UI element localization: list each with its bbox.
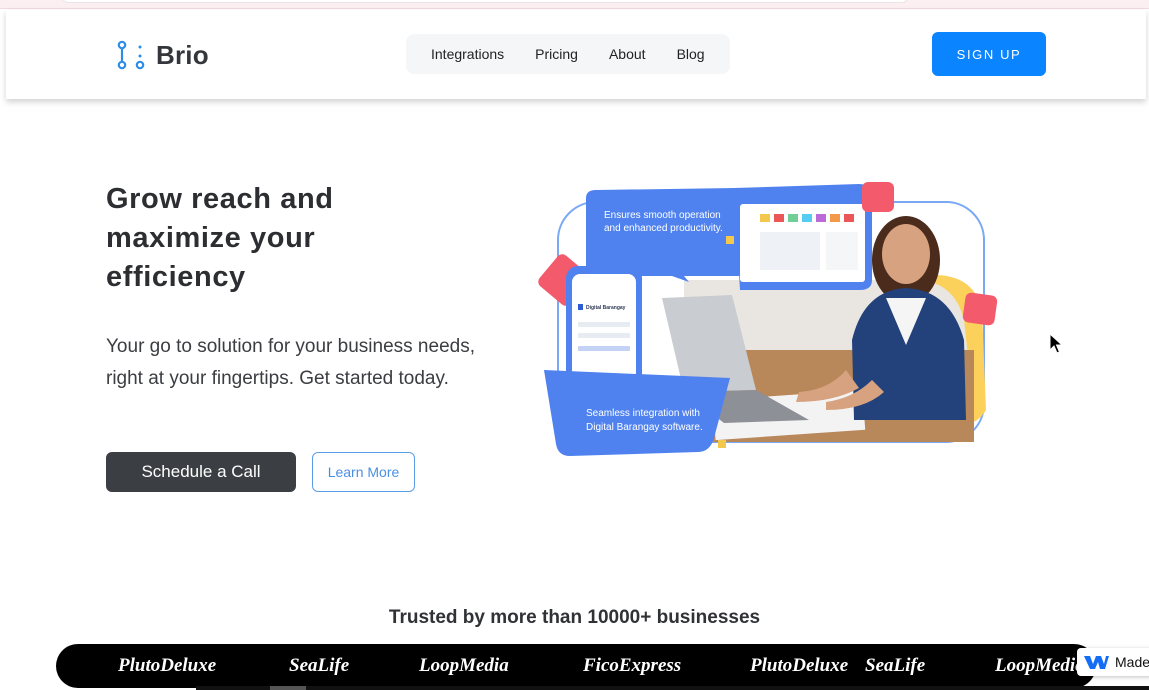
phone-app-title: Digital Barangay — [586, 305, 626, 311]
partner-logo-loopmedia: LoopMedia — [419, 655, 509, 676]
nav-link-integrations[interactable]: Integrations — [431, 46, 504, 62]
top-strip-pill — [62, 0, 908, 3]
brand-logo[interactable]: Brio — [114, 38, 209, 72]
top-bubble-line-2: and enhanced productivity. — [604, 223, 723, 234]
bottom-bubble-line-2: Digital Barangay software. — [586, 422, 703, 433]
schedule-call-button[interactable]: Schedule a Call — [106, 452, 296, 492]
pink-accent-square-right — [962, 292, 998, 326]
bottom-bubble-line-1: Seamless integration with — [586, 408, 700, 419]
site-header: Brio Integrations Pricing About Blog SIG… — [6, 10, 1146, 99]
partner-logo-plutodeluxe: PlutoDeluxe — [118, 655, 217, 676]
pink-accent-square — [862, 182, 894, 212]
webflow-icon — [1084, 656, 1109, 669]
made-in-webflow-badge[interactable]: Made — [1077, 648, 1149, 676]
hero-subtitle: Your go to solution for your business ne… — [106, 336, 475, 389]
hero-illustration: Ensures smooth operation and enhanced pr… — [538, 182, 998, 456]
partner-logo-ficoexpress: FicoExpress — [583, 655, 682, 676]
nav-link-about[interactable]: About — [609, 46, 646, 62]
horizontal-scrollbar[interactable] — [196, 686, 1149, 690]
learn-more-button[interactable]: Learn More — [312, 452, 415, 492]
trusted-heading: Trusted by more than 10000+ businesses — [388, 607, 761, 628]
partner-logo-sealife: SeaLife — [865, 655, 926, 676]
sign-up-button[interactable]: SIGN UP — [932, 32, 1046, 76]
partner-logo-plutodeluxe: PlutoDeluxe — [750, 655, 849, 676]
logo-marquee: PlutoDeluxe SeaLife LoopMedia FicoExpres… — [56, 644, 1096, 688]
badge-label: Made — [1115, 654, 1149, 670]
partner-logo-loopmedia: LoopMedia — [995, 655, 1085, 676]
mouse-cursor-icon — [1049, 333, 1064, 354]
browser-top-strip — [0, 0, 1149, 9]
partner-logo-sealife: SeaLife — [289, 655, 350, 676]
brand-name: Brio — [156, 39, 209, 70]
hero-title: Grow reach and maximize your efficiency — [106, 183, 334, 293]
nav-link-pricing[interactable]: Pricing — [535, 46, 578, 62]
nav-link-blog[interactable]: Blog — [677, 46, 705, 62]
brio-logo-icon — [117, 40, 145, 70]
top-bubble-line-1: Ensures smooth operation — [604, 210, 721, 221]
main-nav: Integrations Pricing About Blog — [406, 34, 730, 74]
scrollbar-thumb[interactable] — [270, 686, 306, 690]
